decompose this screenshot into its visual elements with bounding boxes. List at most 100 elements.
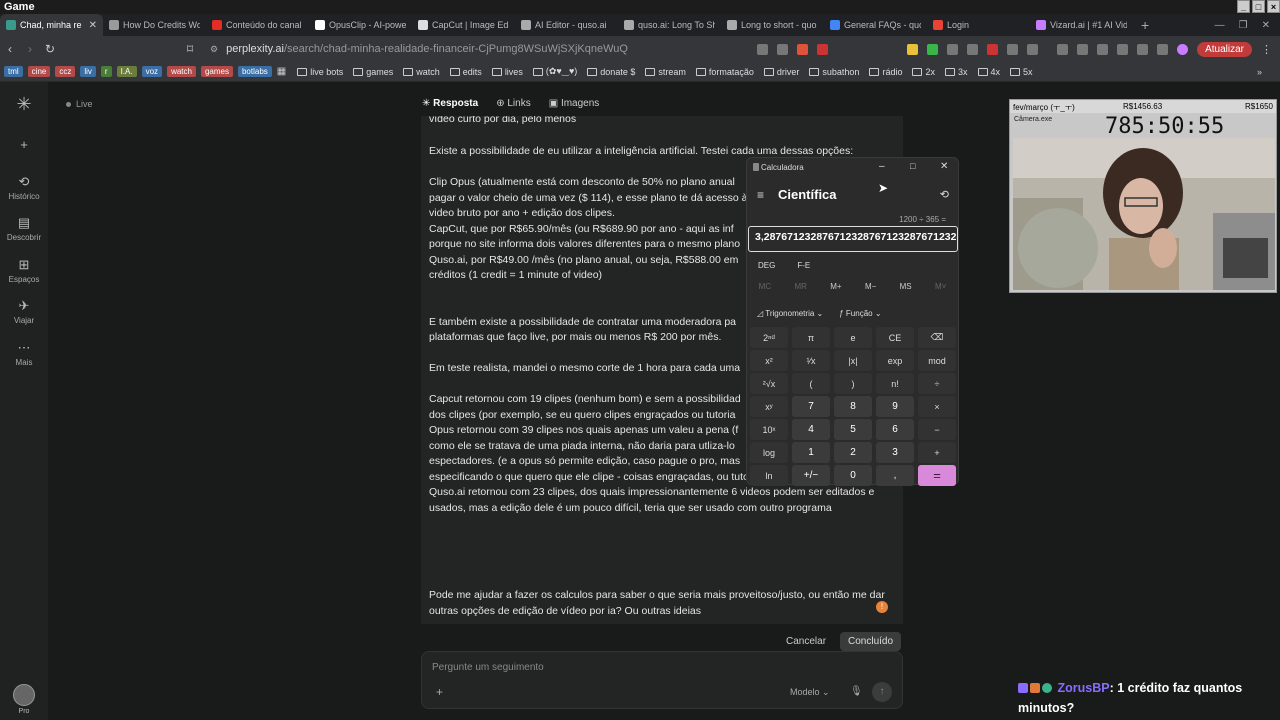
calc-key[interactable]: ln (750, 465, 788, 486)
translate-icon[interactable] (757, 43, 769, 55)
bookmark-item[interactable]: 4x (977, 66, 1000, 77)
maximize-button[interactable]: □ (1252, 0, 1265, 13)
browser-tab[interactable]: Chad, minha re ✕ (0, 14, 103, 36)
history-icon[interactable]: ⟲ (940, 188, 949, 201)
calc-key[interactable]: x² (750, 350, 788, 371)
calc-key[interactable]: 2 (834, 442, 872, 463)
tab-resposta[interactable]: ✳ Resposta (422, 98, 478, 109)
grammar-check-icon[interactable]: ! (876, 601, 888, 613)
browser-tab[interactable]: Vizard.ai | #1 AI Vid (1030, 14, 1133, 36)
share-icon[interactable] (777, 43, 789, 55)
calc-key[interactable]: 1 (792, 442, 830, 463)
window-minimize-icon[interactable]: — (1215, 20, 1225, 31)
profile-icon[interactable] (1177, 43, 1189, 55)
bookmark-item[interactable]: stream (645, 66, 686, 77)
bookmark-item[interactable]: donate $ (587, 66, 635, 77)
tab-links[interactable]: ⊕ Links (496, 98, 531, 109)
bookmark-tag[interactable]: voz (141, 66, 163, 77)
calc-key[interactable]: π (792, 327, 830, 348)
memory-button[interactable]: MC (759, 282, 771, 291)
bookmark-tag[interactable]: liv (80, 66, 96, 77)
calc-key[interactable]: = (918, 465, 956, 486)
back-icon[interactable]: ‹ (0, 42, 20, 56)
sidebar-item[interactable]: ✈ Viajar (0, 298, 48, 325)
calc-key[interactable]: , (876, 465, 914, 486)
calculator-display[interactable]: 3,28767123287671232876712328767123287671… (748, 226, 958, 252)
new-thread-button[interactable]: + (0, 137, 48, 154)
extension-icon[interactable] (967, 43, 979, 55)
bookmark-tag[interactable]: I.A. (116, 66, 137, 77)
calc-key[interactable]: 2ⁿᵈ (750, 327, 788, 348)
bookmark-tag[interactable]: cine (27, 66, 51, 77)
bookmark-tag[interactable]: r (100, 66, 112, 77)
browser-tab[interactable]: OpusClip - AI-powe (309, 14, 412, 36)
calc-key[interactable]: 7 (792, 396, 830, 417)
sidebar-icon[interactable] (1097, 43, 1109, 55)
bookmark-item[interactable]: games (353, 66, 393, 77)
sidebar-item[interactable]: ⋯ Mais (0, 340, 48, 367)
bookmark-item[interactable]: 3x (944, 66, 968, 77)
calc-key[interactable]: ²√x (750, 373, 788, 394)
browser-tab[interactable]: CapCut | Image Edi (412, 14, 515, 36)
calc-key[interactable]: n! (876, 373, 914, 394)
sidebar-item[interactable]: ▤ Descobrir (0, 215, 48, 242)
memory-button[interactable]: M− (865, 282, 876, 291)
memory-button[interactable]: MS (900, 282, 912, 291)
browser-tab[interactable]: How Do Credits Wo (103, 14, 206, 36)
brave-shield-icon[interactable] (797, 43, 809, 55)
extension-icon[interactable] (1117, 43, 1129, 55)
send-button[interactable]: ↑ (872, 682, 892, 702)
calc-key[interactable]: 6 (876, 419, 914, 440)
calc-key[interactable]: ) (834, 373, 872, 394)
calc-key[interactable]: − (918, 419, 956, 440)
bookmark-tag[interactable]: botlabs (237, 66, 272, 77)
bookmark-item[interactable]: rádio (869, 66, 902, 77)
rewards-icon[interactable] (817, 43, 829, 55)
update-button[interactable]: Atualizar (1197, 41, 1252, 57)
calc-maximize-icon[interactable]: □ (910, 161, 915, 171)
calc-key[interactable]: ¹⁄x (792, 350, 830, 371)
extension-icon[interactable] (927, 43, 939, 55)
bookmark-item[interactable]: 2x (912, 66, 935, 77)
calc-minimize-icon[interactable]: – (879, 161, 885, 172)
bookmark-item[interactable]: watch (403, 66, 440, 77)
window-close-icon[interactable]: ✕ (1262, 20, 1270, 31)
cancel-button[interactable]: Cancelar (780, 633, 832, 650)
deg-button[interactable]: DEG (758, 261, 775, 270)
minimize-button[interactable]: _ (1237, 0, 1250, 13)
calc-key[interactable]: exp (876, 350, 914, 371)
calc-key[interactable]: |x| (834, 350, 872, 371)
calc-key[interactable]: mod (918, 350, 956, 371)
trigonometry-dropdown[interactable]: ◿ Trigonometria ⌄ (757, 309, 823, 318)
more-bookmarks-icon[interactable]: » (1257, 67, 1280, 77)
bookmark-tag[interactable]: tml (4, 66, 23, 77)
calc-key[interactable]: 9 (876, 396, 914, 417)
close-button[interactable]: × (1267, 0, 1280, 13)
tab-imagens[interactable]: ▣ Imagens (549, 98, 600, 109)
browser-tab[interactable]: Login (927, 14, 1030, 36)
extension-icon[interactable] (987, 43, 999, 55)
extension-icon[interactable] (1057, 43, 1069, 55)
mic-icon[interactable]: 🎙︎ (850, 686, 863, 697)
sidebar-item[interactable]: ⟲ Histórico (0, 174, 48, 201)
avatar[interactable]: Pro (0, 684, 48, 715)
calc-key[interactable]: 10ˣ (750, 419, 788, 440)
extension-icon[interactable] (907, 43, 919, 55)
calc-key[interactable]: 3 (876, 442, 914, 463)
extension-icon[interactable] (1007, 43, 1019, 55)
calc-key[interactable]: 4 (792, 419, 830, 440)
calc-key[interactable]: log (750, 442, 788, 463)
browser-tab[interactable]: Conteúdo do canal (206, 14, 309, 36)
calc-key[interactable]: × (918, 396, 956, 417)
browser-tab[interactable]: AI Editor - quso.ai (515, 14, 618, 36)
function-dropdown[interactable]: ƒ Função ⌄ (839, 309, 881, 318)
menu-icon[interactable]: ≡ (757, 188, 764, 202)
bookmark-item[interactable]: subathon (809, 66, 859, 77)
extension-icon[interactable] (1027, 43, 1039, 55)
memory-button[interactable]: M+ (830, 282, 841, 291)
calc-key[interactable]: xʸ (750, 396, 788, 417)
model-selector[interactable]: Modelo ⌄ (790, 687, 830, 698)
site-info-icon[interactable]: ⚙ (210, 44, 218, 55)
calc-key[interactable]: CE (876, 327, 914, 348)
browser-tab[interactable]: quso.ai: Long To Sh (618, 14, 721, 36)
